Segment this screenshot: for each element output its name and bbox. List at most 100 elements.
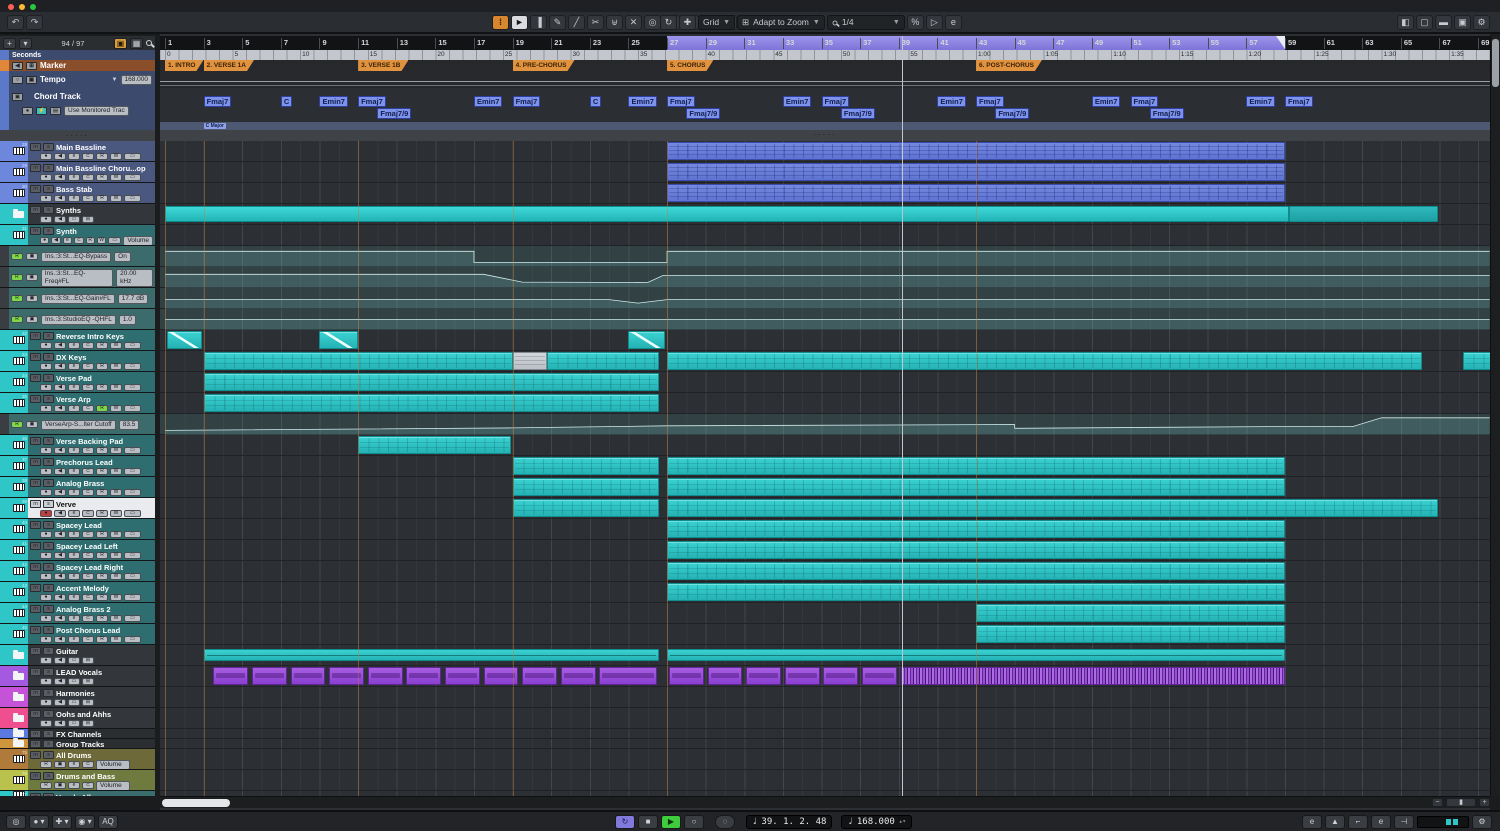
track-row[interactable]: 33msDX Keys●◀e⊂RW▭ [0, 351, 155, 372]
monitor-button[interactable]: ◀ [54, 699, 66, 706]
edit-channel-button[interactable]: e [63, 237, 72, 244]
solo-button[interactable]: s [43, 479, 54, 487]
freeze-button[interactable]: ⊂ [82, 531, 94, 538]
track-picture-button[interactable]: ▣ [114, 38, 127, 49]
record-arm-button[interactable]: ● [40, 615, 52, 622]
toolbar-activator-icon[interactable]: ⁞ [492, 15, 509, 30]
record-arm-button[interactable]: ● [40, 489, 52, 496]
mute-button[interactable]: m [30, 710, 41, 718]
freeze-button[interactable]: ⊂ [82, 594, 94, 601]
output-routing-button[interactable]: ▭ [124, 615, 141, 622]
mute-folder-button[interactable]: ▭ [68, 216, 80, 223]
midi-event[interactable] [167, 331, 202, 349]
midi-event[interactable] [513, 352, 548, 370]
write-automation-button[interactable]: W [110, 342, 122, 349]
output-routing-button[interactable]: ▭ [124, 636, 141, 643]
solo-button[interactable]: s [43, 458, 54, 466]
record-arm-button[interactable]: ● [40, 552, 52, 559]
group-editing-button[interactable]: ⊞ [82, 699, 94, 706]
preroll-button[interactable]: ◌ [715, 815, 735, 829]
output-routing-button[interactable]: ▭ [124, 447, 141, 454]
freeze-button[interactable]: ⊂ [82, 342, 94, 349]
erase-tool-icon[interactable]: ✕ [625, 15, 642, 30]
monitor-button[interactable]: ◀ [54, 153, 66, 160]
chord-event[interactable]: C [590, 96, 601, 107]
monitor-button[interactable]: ◀ [54, 510, 66, 517]
mute-button[interactable]: m [30, 206, 41, 214]
read-automation-button[interactable]: R [96, 552, 108, 559]
output-routing-button[interactable]: ▭ [124, 174, 141, 181]
read-automation-button[interactable]: R [40, 782, 52, 789]
tempo-display[interactable]: ♩ 168.000 ▴▾ [841, 815, 912, 829]
chord-mute-button[interactable]: ▣ [12, 93, 23, 101]
midi-event[interactable] [976, 604, 1285, 622]
edit-channel-button[interactable]: e [68, 782, 80, 789]
track-list-divider[interactable]: ····· [0, 130, 155, 141]
freeze-button[interactable]: ⊂ [82, 573, 94, 580]
freeze-button[interactable]: ⊂ [82, 384, 94, 391]
chord-event[interactable]: Fmaj7 [204, 96, 232, 107]
lane-menu-button[interactable]: ▣ [26, 421, 38, 428]
track-row[interactable]: R▣Ins.:3:St...EQ-Freq#FL20.00 kHz [0, 267, 155, 288]
punch-mode-button[interactable]: ✚ ▾ [52, 815, 72, 829]
output-routing-button[interactable]: ▭ [124, 405, 141, 412]
mute-button[interactable]: m [30, 164, 41, 172]
mute-button[interactable]: m [30, 689, 41, 697]
chord-event[interactable]: Fmaj7 [822, 96, 850, 107]
output-routing-button[interactable]: ▭ [124, 552, 141, 559]
audio-event[interactable] [901, 667, 1285, 685]
solo-button[interactable]: s [43, 772, 54, 780]
line-tool-icon[interactable]: ╱ [568, 15, 585, 30]
midi-event[interactable] [1289, 206, 1438, 222]
midi-activity-button[interactable]: ◎ [6, 815, 26, 829]
marker-track-row[interactable]: ◀ ⊞ Marker [0, 60, 155, 71]
chord-event[interactable]: Fmaj7/9 [995, 108, 1029, 119]
punch-sync-button-3[interactable]: ▲ [1325, 815, 1345, 829]
monitor-button[interactable]: ◀ [54, 384, 66, 391]
mute-button[interactable]: m [30, 563, 41, 571]
midi-event[interactable] [667, 499, 1437, 517]
write-automation-button[interactable]: W [110, 468, 122, 475]
punch-sync-button-1[interactable]: e [1371, 815, 1391, 829]
zoom-mode-select[interactable]: ⊞ Adapt to Zoom▼ [737, 15, 825, 30]
stop-button[interactable]: ■ [638, 815, 658, 829]
record-arm-button[interactable]: ● [40, 636, 52, 643]
edit-channel-button[interactable]: e [68, 405, 80, 412]
track-row[interactable]: 35msVerse Arp●◀e⊂RW▭ [0, 393, 155, 414]
freeze-button[interactable]: ⊂ [82, 552, 94, 559]
solo-button[interactable]: s [43, 143, 54, 151]
solo-button[interactable]: s [43, 395, 54, 403]
mute-button[interactable]: m [30, 668, 41, 676]
split-tool-icon[interactable]: ✂ [587, 15, 604, 30]
record-arm-button[interactable]: ● [40, 699, 52, 706]
track-lane[interactable] [160, 540, 1490, 561]
track-row[interactable]: 75msAll DrumsR▣e⊂Volume [0, 749, 155, 770]
write-automation-button[interactable]: W [110, 153, 122, 160]
tempo-open-button[interactable]: ▣ [26, 76, 37, 84]
track-lane[interactable] [160, 739, 1490, 749]
undo-button[interactable]: ↶ [7, 15, 24, 30]
read-automation-button[interactable]: R [96, 363, 108, 370]
automation-lane[interactable] [160, 414, 1490, 435]
audio-event[interactable] [213, 667, 248, 685]
marker-lane[interactable]: 1. INTRO2. VERSE 1A3. VERSE 1B4. PRE-CHO… [160, 60, 1490, 71]
edit-channel-button[interactable]: e [68, 342, 80, 349]
window-layout-button-2[interactable]: ▬ [1435, 15, 1452, 30]
chord-event[interactable]: Emin7 [319, 96, 348, 107]
freeze-button[interactable]: ⊂ [82, 363, 94, 370]
chord-event[interactable]: Emin7 [474, 96, 503, 107]
mute-button[interactable]: m [30, 751, 41, 759]
punch-sync-button-2[interactable]: ⌐ [1348, 815, 1368, 829]
mute-button[interactable]: m [30, 772, 41, 780]
audio-event[interactable] [746, 667, 781, 685]
read-automation-button[interactable]: R [96, 384, 108, 391]
track-row[interactable]: 76msDrums and BassR▣e⊂Volume [0, 770, 155, 791]
record-mode-button[interactable]: ● ▾ [29, 815, 49, 829]
chord-monitored-track-button[interactable]: Use Monitored Trac [64, 106, 129, 116]
track-row[interactable]: 42msSpacey Lead Right●◀e⊂RW▭ [0, 561, 155, 582]
vertical-scroll-thumb[interactable] [1492, 39, 1499, 87]
quantize-apply-button[interactable]: ▷ [926, 15, 943, 30]
track-row[interactable]: msOohs and Ahhs●◀▭⊞ [0, 708, 155, 729]
output-routing-button[interactable]: ▭ [124, 594, 141, 601]
edit-channel-button[interactable]: e [68, 552, 80, 559]
